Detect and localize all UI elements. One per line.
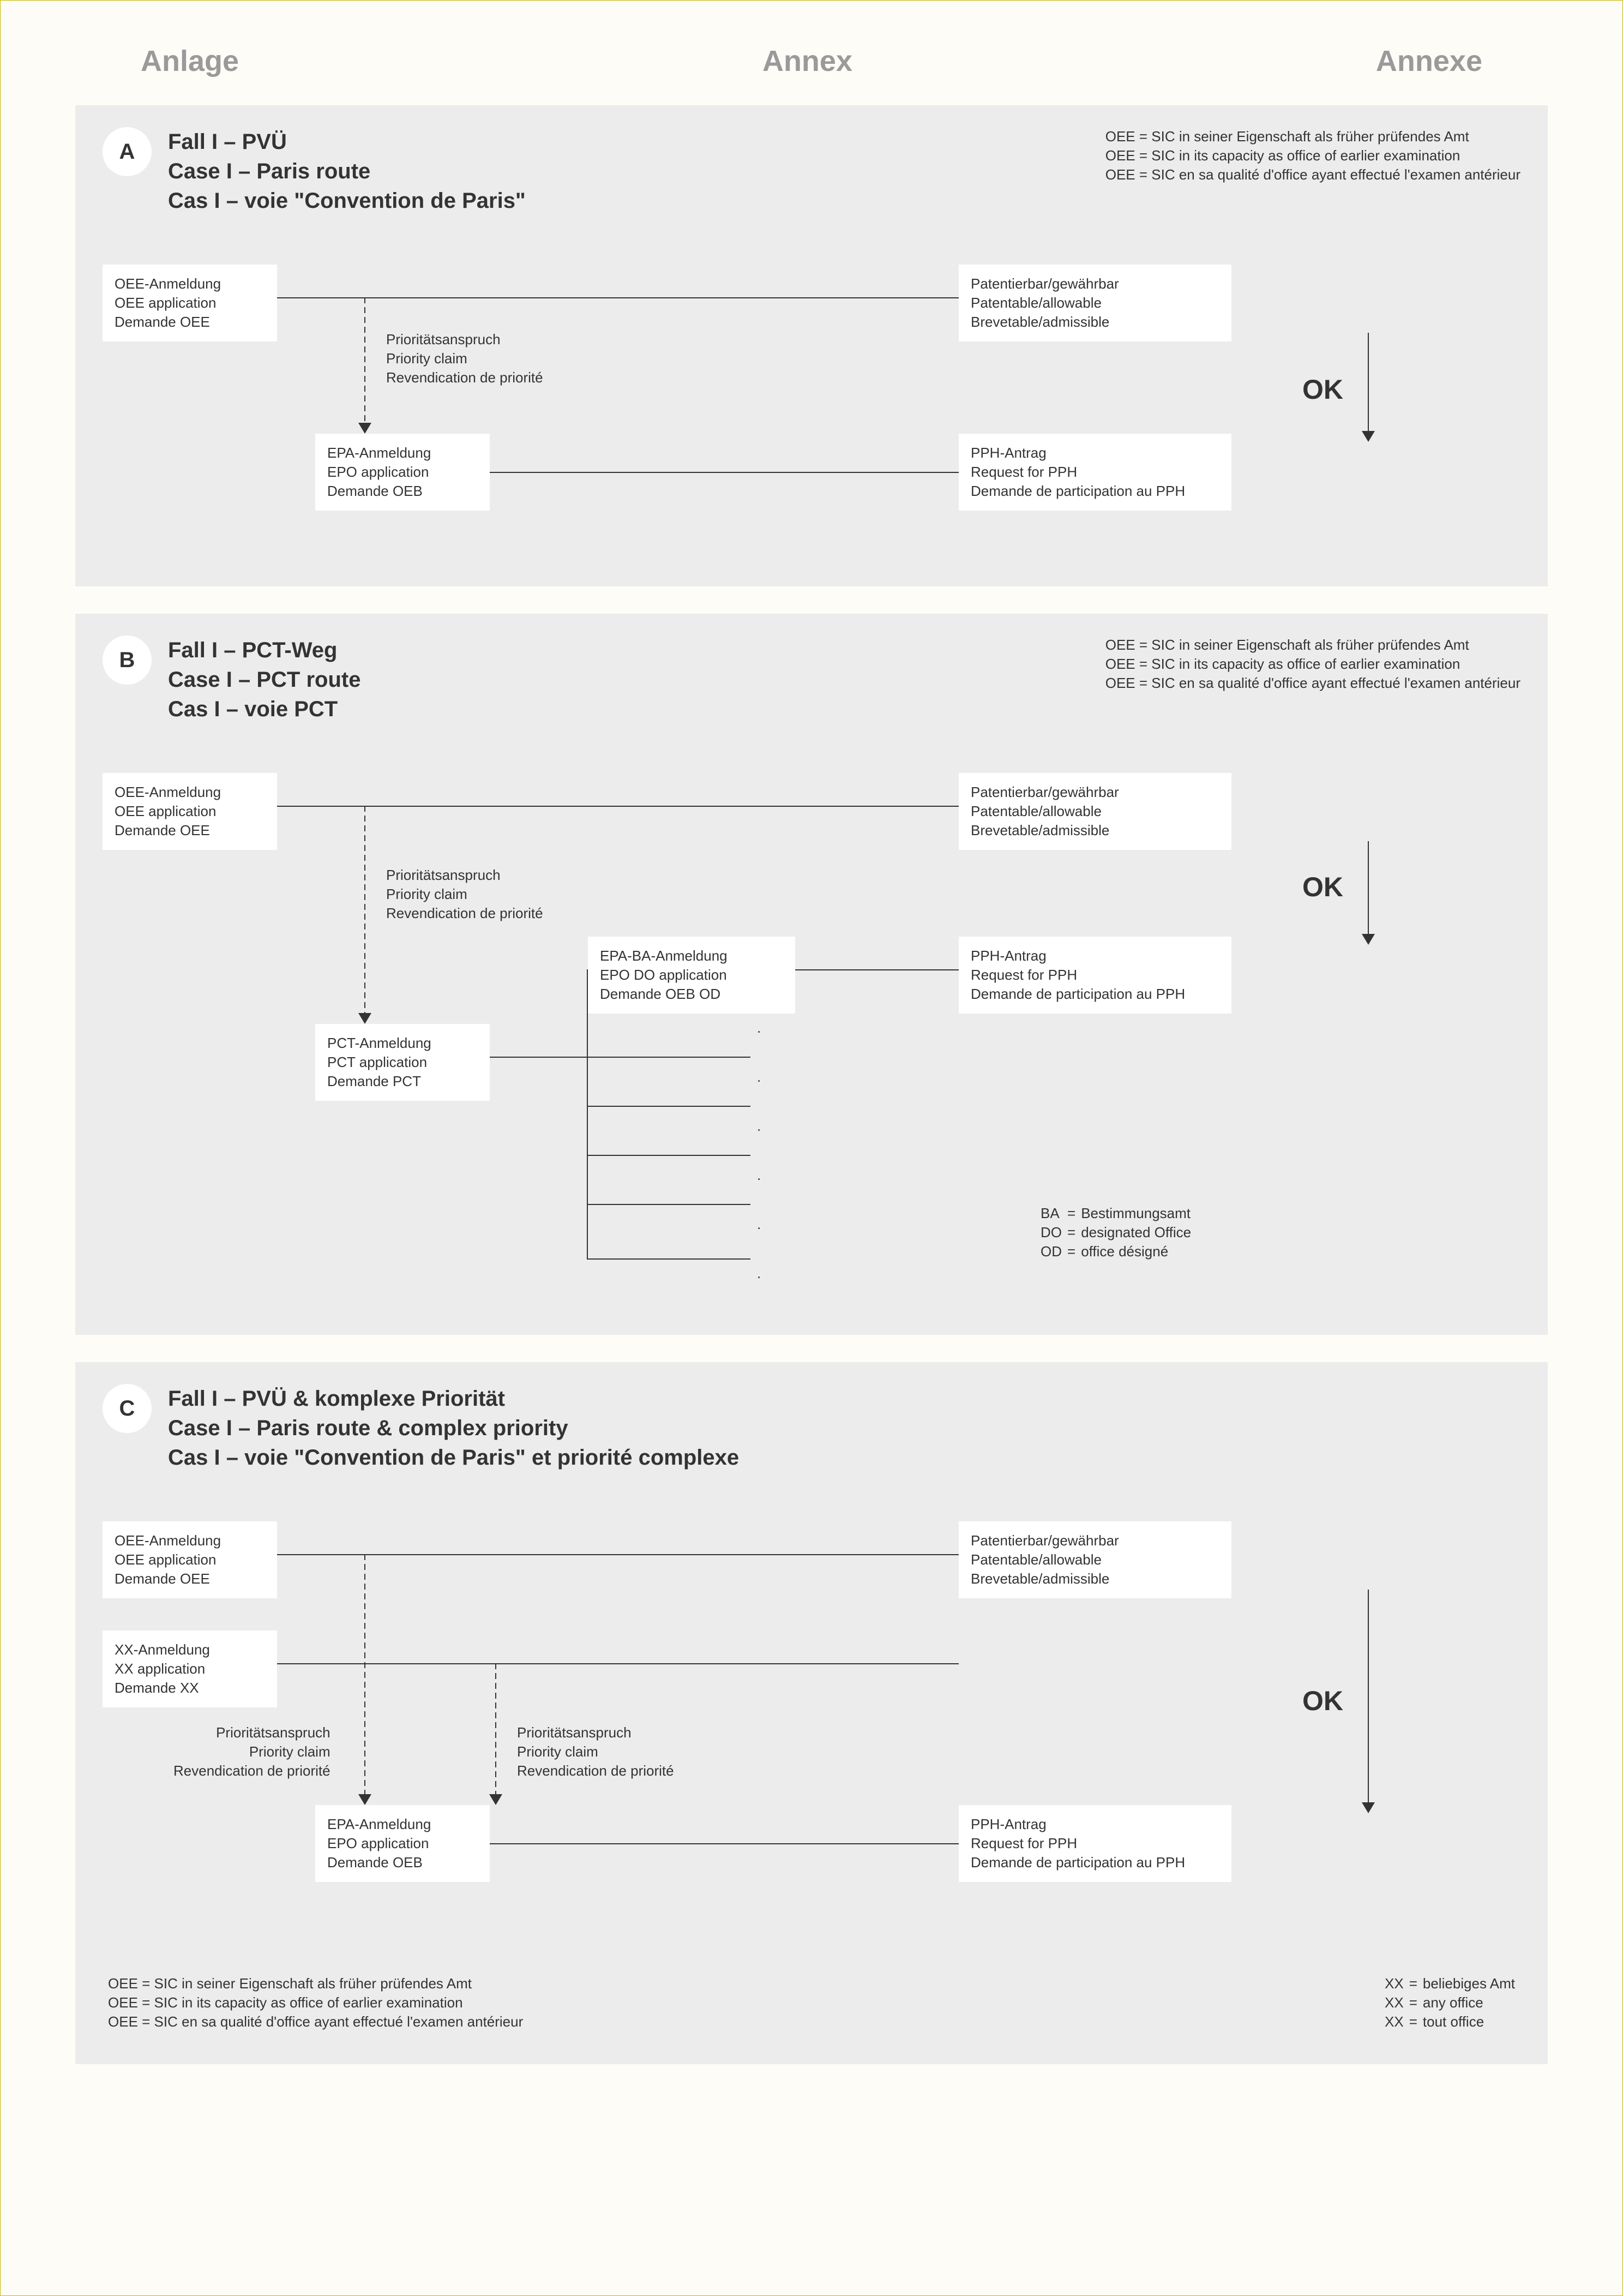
ok-label: OK <box>1302 1685 1343 1717</box>
pct-app-box: PCT-Anmeldung PCT application Demande PC… <box>315 1024 490 1101</box>
oee-defs-footer: OEE = SIC in seiner Eigenschaft als früh… <box>108 1974 523 2031</box>
page-header: Anlage Annex Annexe <box>75 44 1548 105</box>
oee-app-box: OEE-Anmeldung OEE application Demande OE… <box>103 1521 277 1598</box>
oee-def-en: OEE = SIC in its capacity as office of e… <box>1105 146 1520 165</box>
pph-box: PPH-Antrag Request for PPH Demande de pa… <box>959 434 1231 511</box>
panel-a-title-de: Fall I – PVÜ <box>168 127 526 157</box>
panel-c-title-de: Fall I – PVÜ & komplexe Priorität <box>168 1384 739 1413</box>
oee-app-box: OEE-Anmeldung OEE application Demande OE… <box>103 773 277 850</box>
panel-c: C Fall I – PVÜ & komplexe Priorität Case… <box>75 1362 1548 2064</box>
panel-b-legend: OEE = SIC in seiner Eigenschaft als früh… <box>1105 636 1520 693</box>
priority-label: Prioritätsanspruch Priority claim Revend… <box>386 866 543 923</box>
panel-a-diagram: OEE-Anmeldung OEE application Demande OE… <box>103 248 1520 554</box>
panel-b-titles: Fall I – PCT-Weg Case I – PCT route Cas … <box>168 636 360 724</box>
priority-label: Prioritätsanspruch Priority claim Revend… <box>386 330 543 387</box>
xx-defs: XX=beliebiges Amt XX=any office XX=tout … <box>1385 1974 1515 2031</box>
header-de: Anlage <box>141 44 239 78</box>
patentable-box: Patentierbar/gewährbar Patentable/allowa… <box>959 265 1231 341</box>
header-fr: Annexe <box>1376 44 1482 78</box>
oee-app-box: OEE-Anmeldung OEE application Demande OE… <box>103 265 277 341</box>
ok-label: OK <box>1302 374 1343 405</box>
epo-do-box: EPA-BA-Anmeldung EPO DO application Dema… <box>588 937 795 1014</box>
panel-c-footnotes: OEE = SIC in seiner Eigenschaft als früh… <box>103 1974 1520 2031</box>
xx-app-box: XX-Anmeldung XX application Demande XX <box>103 1630 277 1707</box>
epo-app-box: EPA-Anmeldung EPO application Demande OE… <box>315 434 490 511</box>
panel-b-title-de: Fall I – PCT-Weg <box>168 636 360 665</box>
patentable-box: Patentierbar/gewährbar Patentable/allowa… <box>959 773 1231 850</box>
panel-a-titles: Fall I – PVÜ Case I – Paris route Cas I … <box>168 127 526 215</box>
panel-a: A Fall I – PVÜ Case I – Paris route Cas … <box>75 105 1548 586</box>
priority-label-1: Prioritätsanspruch Priority claim Revend… <box>173 1723 330 1781</box>
panel-a-legend: OEE = SIC in seiner Eigenschaft als früh… <box>1105 127 1520 184</box>
panel-b: B Fall I – PCT-Weg Case I – PCT route Ca… <box>75 614 1548 1335</box>
pph-box: PPH-Antrag Request for PPH Demande de pa… <box>959 1805 1231 1882</box>
panel-a-badge: A <box>103 127 152 176</box>
patentable-box: Patentierbar/gewährbar Patentable/allowa… <box>959 1521 1231 1598</box>
ok-label: OK <box>1302 871 1343 903</box>
panel-c-title-en: Case I – Paris route & complex priority <box>168 1413 739 1443</box>
oee-def-fr: OEE = SIC en sa qualité d'office ayant e… <box>1105 165 1520 184</box>
panel-b-badge: B <box>103 636 152 685</box>
panel-c-badge: C <box>103 1384 152 1433</box>
panel-a-title-fr: Cas I – voie "Convention de Paris" <box>168 186 526 215</box>
panel-a-title-en: Case I – Paris route <box>168 157 526 186</box>
panel-c-title-fr: Cas I – voie "Convention de Paris" et pr… <box>168 1443 739 1472</box>
panel-b-diagram: OEE-Anmeldung OEE application Demande OE… <box>103 757 1520 1302</box>
ba-defs: BA=Bestimmungsamt DO=designated Office O… <box>1041 1204 1191 1261</box>
priority-label-2: Prioritätsanspruch Priority claim Revend… <box>517 1723 674 1781</box>
epo-app-box: EPA-Anmeldung EPO application Demande OE… <box>315 1805 490 1882</box>
panel-b-title-en: Case I – PCT route <box>168 665 360 694</box>
panel-c-titles: Fall I – PVÜ & komplexe Priorität Case I… <box>168 1384 739 1472</box>
panel-b-title-fr: Cas I – voie PCT <box>168 694 360 724</box>
pph-box: PPH-Antrag Request for PPH Demande de pa… <box>959 937 1231 1014</box>
oee-def-de: OEE = SIC in seiner Eigenschaft als früh… <box>1105 127 1520 146</box>
panel-c-diagram: OEE-Anmeldung OEE application Demande OE… <box>103 1505 1520 1952</box>
header-en: Annex <box>762 44 852 78</box>
